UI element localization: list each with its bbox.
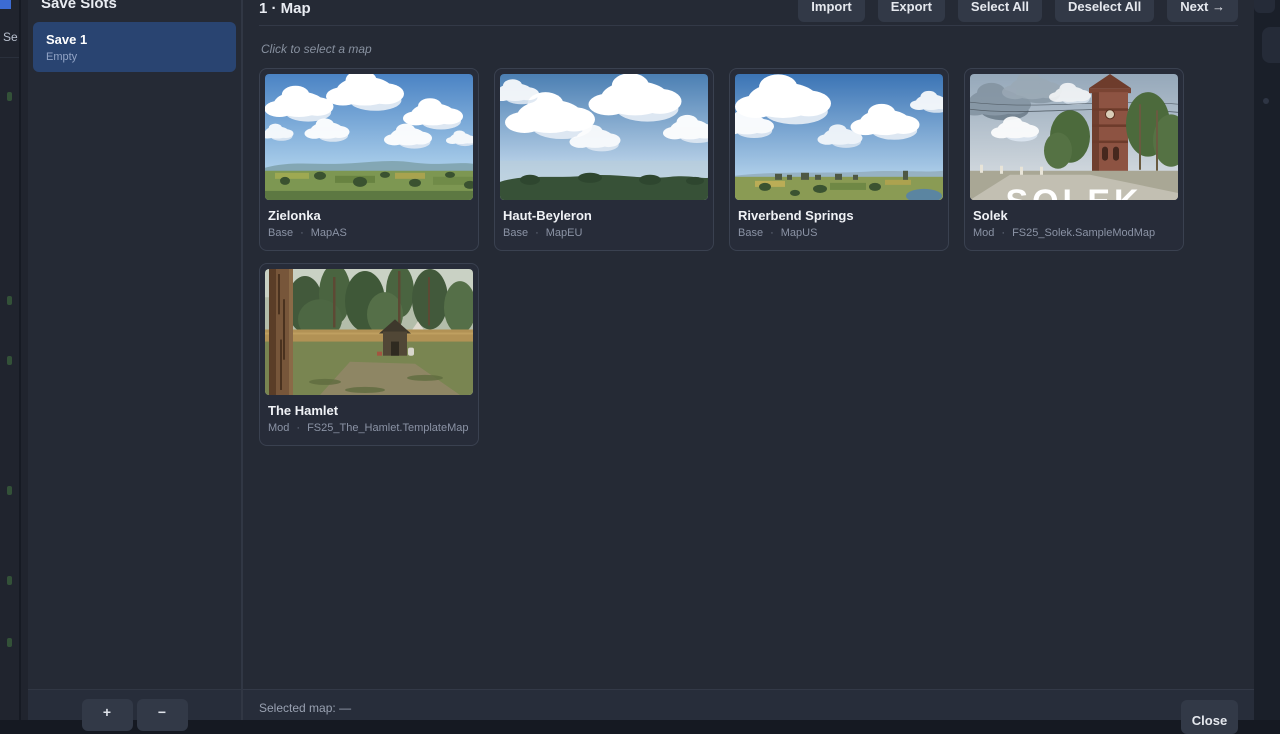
meta-separator: · — [770, 227, 774, 239]
selected-map-value: — — [339, 701, 351, 715]
map-thumbnail — [265, 74, 473, 200]
background-status-dot — [7, 486, 12, 495]
deselect-all-button[interactable]: Deselect All — [1055, 0, 1154, 22]
map-thumbnail: SOLEK — [970, 74, 1178, 200]
background-page-left-edge: Se — [0, 0, 28, 720]
map-card-meta: Base · MapEU — [503, 227, 705, 239]
map-card-meta: Mod · FS25_The_Hamlet.TemplateMap — [268, 422, 470, 434]
map-card-meta: Mod · FS25_Solek.SampleModMap — [973, 227, 1175, 239]
divider — [0, 57, 19, 58]
map-selection-main: 1 · Map Import Export Select All Deselect A… — [243, 0, 1254, 720]
background-status-dot — [7, 356, 12, 365]
map-card[interactable]: SOLEK Solek Mod · FS25_Solek.SampleModMap — [964, 68, 1184, 251]
map-id: MapAS — [311, 227, 347, 239]
map-id: FS25_Solek.SampleModMap — [1012, 227, 1155, 239]
background-logo-fragment — [0, 0, 11, 9]
import-button[interactable]: Import — [798, 0, 864, 22]
select-all-button[interactable]: Select All — [958, 0, 1042, 22]
map-card[interactable]: The Hamlet Mod · FS25_The_Hamlet.TemplateM… — [259, 263, 479, 446]
main-footer: Selected map: — Close — [243, 689, 1254, 720]
map-thumbnail — [735, 74, 943, 200]
save-slots-title: Save Slots — [41, 0, 241, 12]
background-button-fragment — [1262, 27, 1280, 63]
next-button[interactable]: Next → — [1167, 0, 1238, 22]
map-card-title: The Hamlet — [268, 403, 470, 418]
step-title: 1 · Map — [259, 0, 311, 17]
map-thumbnail — [500, 74, 708, 200]
map-type: Base — [268, 227, 293, 239]
map-selection-dialog: Save Slots Save 1 Empty + − 1 · Map Impo… — [28, 0, 1254, 720]
map-type: Base — [503, 227, 528, 239]
background-button-fragment — [1254, 0, 1275, 13]
meta-separator: · — [1001, 227, 1005, 239]
save-slot-status: Empty — [46, 51, 223, 63]
main-header: 1 · Map Import Export Select All Deselect A… — [259, 0, 1238, 26]
map-card[interactable]: Zielonka Base · MapAS — [259, 68, 479, 251]
map-id: FS25_The_Hamlet.TemplateMap — [307, 422, 468, 434]
export-button[interactable]: Export — [878, 0, 945, 22]
map-thumbnail — [265, 269, 473, 395]
selected-map-label: Selected map: — [259, 701, 336, 715]
background-status-dot — [7, 296, 12, 305]
background-status-dot — [1263, 98, 1269, 104]
background-page-right-edge — [1254, 0, 1280, 720]
map-type: Mod — [268, 422, 289, 434]
background-status-dot — [7, 638, 12, 647]
map-card-meta: Base · MapUS — [738, 227, 940, 239]
selected-map-line: Selected map: — — [259, 701, 351, 715]
svg-text:SOLEK: SOLEK — [1005, 183, 1142, 200]
map-card[interactable]: Riverbend Springs Base · MapUS — [729, 68, 949, 251]
save-slots-sidebar: Save Slots Save 1 Empty + − — [28, 0, 243, 720]
meta-separator: · — [300, 227, 304, 239]
map-card-grid: Zielonka Base·MapAS Hau — [259, 68, 1238, 446]
background-status-dot — [7, 576, 12, 585]
background-text-fragment: Se — [3, 30, 18, 44]
save-slot-item[interactable]: Save 1 Empty — [33, 22, 236, 72]
map-card-meta: Base · MapAS — [268, 227, 470, 239]
map-card[interactable]: Haut-Beyleron Base · MapEU — [494, 68, 714, 251]
save-slot-name: Save 1 — [46, 32, 223, 47]
close-button[interactable]: Close — [1181, 700, 1238, 734]
selection-hint: Click to select a map — [261, 42, 1236, 56]
divider — [19, 0, 21, 720]
map-id: MapEU — [546, 227, 583, 239]
map-type: Mod — [973, 227, 994, 239]
save-slots-footer: + − — [28, 689, 241, 720]
map-type: Base — [738, 227, 763, 239]
header-button-row: Import Export Select All Deselect All Next → — [798, 0, 1238, 22]
map-card-title: Riverbend Springs — [738, 208, 940, 223]
add-slot-button[interactable]: + — [82, 699, 133, 731]
map-id: MapUS — [781, 227, 818, 239]
background-status-dot — [7, 92, 12, 101]
meta-separator: · — [296, 422, 300, 434]
map-card-title: Zielonka — [268, 208, 470, 223]
meta-separator: · — [535, 227, 539, 239]
map-card-title: Solek — [973, 208, 1175, 223]
remove-slot-button[interactable]: − — [137, 699, 188, 731]
map-card-title: Haut-Beyleron — [503, 208, 705, 223]
